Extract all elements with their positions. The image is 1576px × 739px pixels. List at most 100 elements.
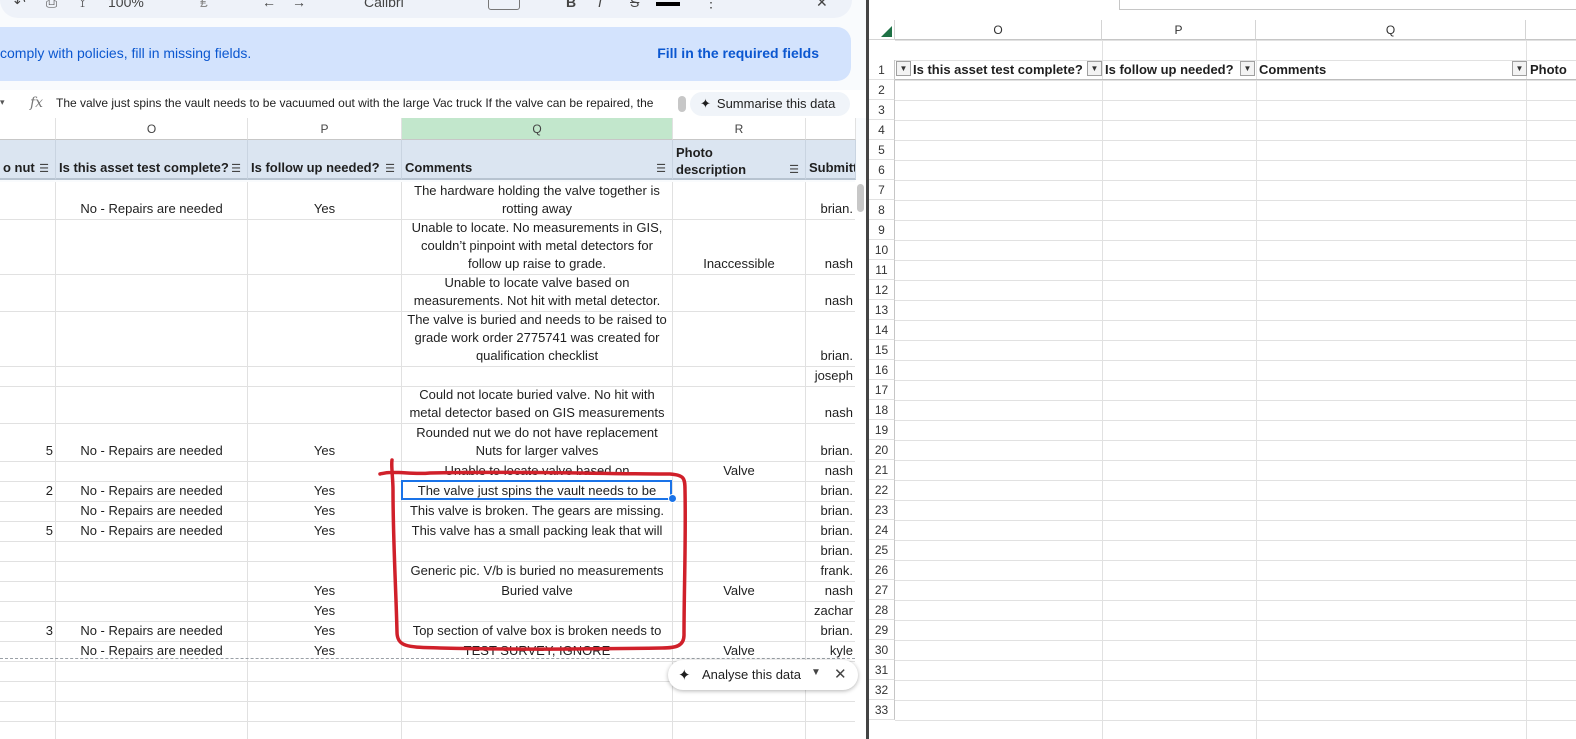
- formula-scrollbar[interactable]: [678, 96, 686, 112]
- cell-comments[interactable]: Generic pic. V/b is buried no measuremen…: [402, 562, 673, 582]
- cell-nut[interactable]: [0, 722, 56, 739]
- bold-icon[interactable]: B: [566, 0, 576, 10]
- excel-row-header[interactable]: 16: [869, 360, 895, 380]
- cell-submitter[interactable]: brian.: [806, 522, 856, 542]
- excel-column-r[interactable]: [1526, 20, 1576, 40]
- cell-asset-test-complete[interactable]: [56, 387, 248, 424]
- text-color-icon[interactable]: [656, 2, 680, 6]
- select-all-corner[interactable]: [869, 20, 895, 40]
- cell-submitter[interactable]: brian.: [806, 502, 856, 522]
- cell-nut[interactable]: [0, 220, 56, 275]
- excel-row-header[interactable]: 28: [869, 600, 895, 620]
- excel-row-header[interactable]: 14: [869, 320, 895, 340]
- cell-comments[interactable]: [402, 722, 673, 739]
- excel-row-header[interactable]: 2: [869, 80, 895, 100]
- cell-comments[interactable]: [402, 367, 673, 387]
- cell-follow-up-needed[interactable]: Yes: [248, 502, 402, 522]
- excel-header-photo[interactable]: Photo: [1530, 60, 1576, 80]
- header-cell-comments[interactable]: Comments ☰: [402, 140, 673, 180]
- excel-row-header[interactable]: 25: [869, 540, 895, 560]
- cell-follow-up-needed[interactable]: [248, 542, 402, 562]
- cell-nut[interactable]: 2: [0, 482, 56, 502]
- cell-submitter[interactable]: joseph: [806, 367, 856, 387]
- column-header-q[interactable]: Q: [402, 118, 673, 140]
- cell-follow-up-needed[interactable]: [248, 722, 402, 739]
- filter-dropdown-icon[interactable]: ▼: [1087, 61, 1102, 76]
- cell-follow-up-needed[interactable]: Yes: [248, 424, 402, 462]
- cell-submitter[interactable]: nash: [806, 275, 856, 312]
- excel-header-follow-up-needed[interactable]: Is follow up needed?: [1105, 60, 1240, 80]
- cell-asset-test-complete[interactable]: No - Repairs are needed: [56, 502, 248, 522]
- cell-photo-description[interactable]: [673, 722, 806, 739]
- cell-follow-up-needed[interactable]: [248, 387, 402, 424]
- cell-submitter[interactable]: brian.: [806, 424, 856, 462]
- cell-comments[interactable]: Buried valve: [402, 582, 673, 602]
- cell-asset-test-complete[interactable]: [56, 582, 248, 602]
- cell-comments[interactable]: [402, 682, 673, 702]
- paint-format-icon[interactable]: ⟟: [80, 0, 85, 11]
- excel-column-p[interactable]: P: [1102, 20, 1256, 40]
- excel-row-header[interactable]: 26: [869, 560, 895, 580]
- cell-asset-test-complete[interactable]: [56, 275, 248, 312]
- header-cell-asset-test-complete[interactable]: Is this asset test complete? ☰: [56, 140, 248, 180]
- cell-follow-up-needed[interactable]: [248, 462, 402, 482]
- cell-photo-description[interactable]: [673, 387, 806, 424]
- cell-submitter[interactable]: nash: [806, 462, 856, 482]
- excel-row-header[interactable]: 33: [869, 700, 895, 720]
- column-header-p[interactable]: P: [248, 118, 402, 140]
- cell-follow-up-needed[interactable]: [248, 220, 402, 275]
- vertical-scrollbar[interactable]: [855, 180, 866, 739]
- cell-nut[interactable]: [0, 367, 56, 387]
- cell-submitter[interactable]: brian.: [806, 482, 856, 502]
- excel-row-header[interactable]: 10: [869, 240, 895, 260]
- cell-submitter[interactable]: kyle: [806, 642, 856, 662]
- cell-nut[interactable]: [0, 502, 56, 522]
- excel-row-header[interactable]: 5: [869, 140, 895, 160]
- more-icon[interactable]: ⋮: [704, 0, 718, 11]
- header-cell-submitter[interactable]: Submitt: [806, 140, 856, 180]
- collapse-toolbar-icon[interactable]: ✕: [816, 0, 828, 11]
- cell-asset-test-complete[interactable]: [56, 367, 248, 387]
- filter-icon[interactable]: ☰: [385, 162, 395, 175]
- cell-asset-test-complete[interactable]: [56, 602, 248, 622]
- cell-submitter[interactable]: brian.: [806, 542, 856, 562]
- cell-follow-up-needed[interactable]: [248, 367, 402, 387]
- cell-comments[interactable]: Top section of valve box is broken needs…: [402, 622, 673, 642]
- filter-icon[interactable]: ☰: [39, 162, 49, 175]
- cell-follow-up-needed[interactable]: Yes: [248, 482, 402, 502]
- cell-comments[interactable]: This valve is broken. The gears are miss…: [402, 502, 673, 522]
- column-header-s[interactable]: [806, 118, 856, 140]
- excel-row-header[interactable]: 9: [869, 220, 895, 240]
- filter-icon[interactable]: ☰: [231, 162, 241, 175]
- fill-required-fields-button[interactable]: Fill in the required fields: [657, 45, 819, 61]
- cell-asset-test-complete[interactable]: [56, 662, 248, 682]
- cell-photo-description[interactable]: [673, 482, 806, 502]
- formula-input[interactable]: The valve just spins the vault needs to …: [56, 96, 668, 110]
- excel-column-o[interactable]: O: [895, 20, 1102, 40]
- cell-submitter[interactable]: nash: [806, 387, 856, 424]
- cell-comments[interactable]: Unable to locate. No measurements in GIS…: [402, 220, 673, 275]
- cell-follow-up-needed[interactable]: Yes: [248, 582, 402, 602]
- cell-follow-up-needed[interactable]: [248, 702, 402, 722]
- excel-row-header[interactable]: 6: [869, 160, 895, 180]
- cell-photo-description[interactable]: [673, 312, 806, 367]
- cell-photo-description[interactable]: Inaccessible: [673, 220, 806, 275]
- currency-icon[interactable]: ₤: [200, 0, 208, 10]
- cell-comments[interactable]: [402, 602, 673, 622]
- excel-grid[interactable]: [895, 40, 1576, 739]
- cell-nut[interactable]: [0, 312, 56, 367]
- zoom-select[interactable]: 100%: [108, 0, 144, 10]
- cell-comments[interactable]: This valve has a small packing leak that…: [402, 522, 673, 542]
- cell-nut[interactable]: [0, 387, 56, 424]
- cell-photo-description[interactable]: [673, 522, 806, 542]
- cell-asset-test-complete[interactable]: No - Repairs are needed: [56, 182, 248, 220]
- header-cell-n[interactable]: o nut ☰: [0, 140, 56, 180]
- excel-row-header[interactable]: 21: [869, 460, 895, 480]
- cell-nut[interactable]: [0, 462, 56, 482]
- cell-nut[interactable]: [0, 642, 56, 662]
- cell-comments[interactable]: The hardware holding the valve together …: [402, 182, 673, 220]
- header-cell-photo-description[interactable]: Photo description ☰: [673, 140, 806, 180]
- cell-photo-description[interactable]: Valve: [673, 642, 806, 662]
- strikethrough-icon[interactable]: S: [630, 0, 639, 10]
- cell-asset-test-complete[interactable]: [56, 462, 248, 482]
